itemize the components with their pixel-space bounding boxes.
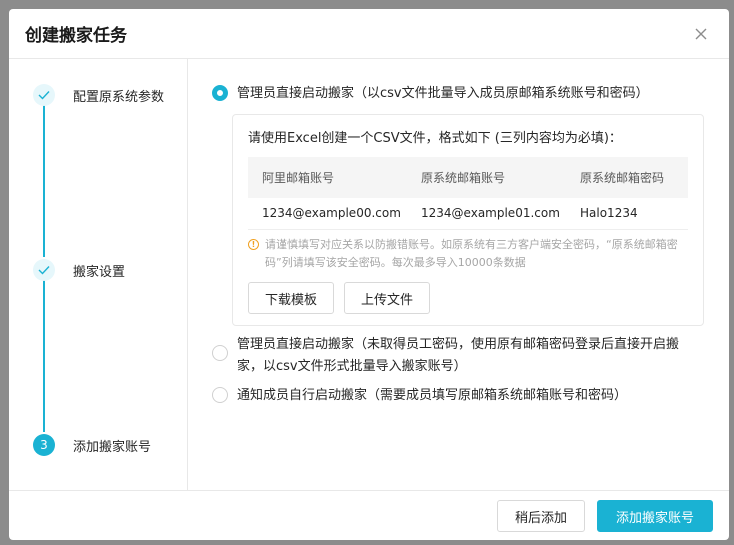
csv-instructions-panel: 请使用Excel创建一个CSV文件，格式如下 (三列内容均为必填)： 阿里邮箱账… [232,114,704,326]
step-label: 搬家设置 [73,264,126,280]
step-label: 添加搬家账号 [73,439,152,455]
check-icon [33,259,55,281]
upload-file-button[interactable]: 上传文件 [344,282,430,314]
tip-text: 请谨慎填写对应关系以防搬错账号。如原系统有三方客户端安全密码，“原系统邮箱密码”… [265,238,678,269]
dialog-footer: 稍后添加 添加搬家账号 [9,490,729,540]
step-connector [43,104,45,257]
option-label: 通知成员自行启动搬家（需要成员填写原邮箱系统邮箱账号和密码） [237,388,628,403]
option-admin-no-password[interactable]: 管理员直接启动搬家（未取得员工密码，使用原有邮箱密码登录后直接开启搬家，以csv… [212,334,692,378]
step-2: 搬家设置 [33,259,125,281]
option-label: 管理员直接启动搬家（未取得员工密码，使用原有邮箱密码登录后直接开启搬家，以csv… [237,337,680,374]
step-connector [43,279,45,432]
warning-tip: ! 请谨慎填写对应关系以防搬错账号。如原系统有三方客户端安全密码，“原系统邮箱密… [248,236,696,272]
column-header: 原系统邮箱密码 [566,157,688,198]
option-notify-members[interactable]: 通知成员自行启动搬家（需要成员填写原邮箱系统邮箱账号和密码） [212,385,692,407]
radio-unchecked[interactable] [212,345,228,361]
close-icon[interactable] [689,22,713,46]
step-3: 3 添加搬家账号 [33,434,151,456]
radio-checked[interactable] [212,85,228,101]
check-icon [33,84,55,106]
table-cell: 1234@example00.com [248,198,407,230]
table-header-row: 阿里邮箱账号 原系统邮箱账号 原系统邮箱密码 [248,157,688,198]
step-content: 管理员直接启动搬家（以csv文件批量导入成员原邮箱系统账号和密码） 请使用Exc… [212,59,729,490]
csv-intro: 请使用Excel创建一个CSV文件，格式如下 (三列内容均为必填)： [248,131,622,146]
download-template-button[interactable]: 下载模板 [248,282,334,314]
table-cell: Halo1234 [566,198,688,230]
add-later-button[interactable]: 稍后添加 [497,500,585,532]
step-indicator: 配置原系统参数 搬家设置 3 添加搬家账号 [9,59,188,490]
radio-unchecked[interactable] [212,387,228,403]
dialog-header: 创建搬家任务 [9,9,729,59]
table-cell: 1234@example01.com [407,198,566,230]
create-migration-dialog: 创建搬家任务 配置原系统参数 搬家设置 3 添加搬家账号 管理员直接启动搬家（以… [9,9,729,540]
option-admin-csv[interactable]: 管理员直接启动搬家（以csv文件批量导入成员原邮箱系统账号和密码） [212,83,712,105]
option-label: 管理员直接启动搬家（以csv文件批量导入成员原邮箱系统账号和密码） [237,86,649,101]
dialog-body: 配置原系统参数 搬家设置 3 添加搬家账号 管理员直接启动搬家（以csv文件批量… [9,59,729,490]
warning-icon: ! [248,239,259,250]
column-header: 原系统邮箱账号 [407,157,566,198]
add-accounts-button[interactable]: 添加搬家账号 [597,500,713,532]
csv-format-table: 阿里邮箱账号 原系统邮箱账号 原系统邮箱密码 1234@example00.co… [248,157,688,230]
column-header: 阿里邮箱账号 [248,157,407,198]
table-row: 1234@example00.com 1234@example01.com Ha… [248,198,688,230]
step-number: 3 [33,434,55,456]
step-1: 配置原系统参数 [33,84,164,106]
dialog-title: 创建搬家任务 [25,26,127,46]
step-label: 配置原系统参数 [73,89,165,105]
